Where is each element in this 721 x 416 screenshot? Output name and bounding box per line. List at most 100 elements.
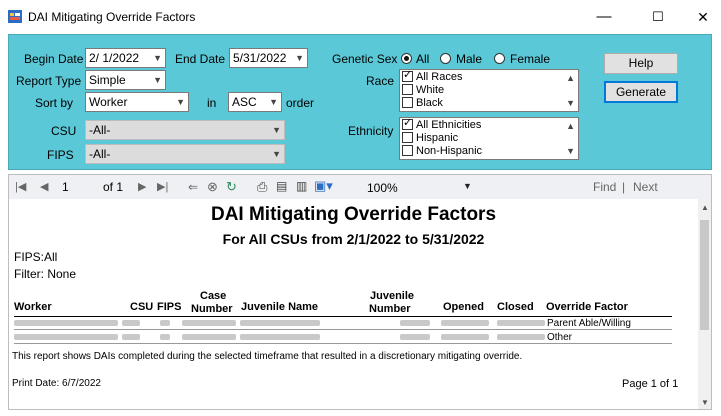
zoom-dropdown-icon[interactable]: ▼ [463, 181, 472, 191]
ethnicity-label: Ethnicity [348, 124, 394, 138]
redacted-cell [160, 334, 170, 340]
ethnicity-item[interactable]: Hispanic [402, 132, 458, 145]
checkbox-icon [402, 97, 413, 108]
report-footnote: This report shows DAIs completed during … [12, 351, 523, 362]
order-direction-value: ASC [232, 95, 257, 109]
scroll-up-icon[interactable]: ▲ [701, 203, 709, 212]
print-date: Print Date: 6/7/2022 [12, 378, 101, 389]
redacted-cell [441, 320, 489, 326]
sex-male-radio[interactable] [440, 53, 451, 64]
redacted-cell [160, 320, 170, 326]
sex-female-radio[interactable] [494, 53, 505, 64]
col-juvenile-number-bottom: Number [369, 303, 411, 315]
sex-female-label: Female [510, 52, 551, 66]
find-link[interactable]: Find [593, 180, 616, 194]
print-layout-icon[interactable]: ▤ [276, 179, 287, 193]
current-page-input[interactable]: 1 [62, 180, 69, 194]
col-csu: CSU [130, 301, 154, 313]
redacted-cell [497, 334, 545, 340]
redacted-cell [122, 334, 140, 340]
help-button[interactable]: Help [604, 53, 678, 74]
page-number: Page 1 of 1 [622, 378, 679, 390]
back-icon[interactable]: ⇐ [188, 180, 198, 194]
sort-by-value: Worker [89, 95, 128, 109]
checkbox-icon [402, 132, 413, 143]
maximize-button[interactable]: ☐ [635, 0, 681, 34]
ethnicity-item[interactable]: Non-Hispanic [402, 145, 482, 158]
print-icon[interactable]: ⎙ [257, 179, 267, 195]
filter-line: Filter: None [14, 267, 77, 281]
report-subtitle: For All CSUs from 2/1/2022 to 5/31/2022 [222, 231, 485, 247]
sort-by-select[interactable]: Worker ▼ [85, 92, 189, 112]
next-link[interactable]: Next [633, 180, 658, 194]
fips-select[interactable]: -All- ▼ [85, 144, 285, 164]
page-count: of 1 [103, 180, 124, 194]
redacted-cell [240, 320, 320, 326]
col-override-factor: Override Factor [546, 301, 628, 313]
chevron-down-icon: ▼ [176, 97, 185, 107]
redacted-cell [400, 320, 430, 326]
last-page-icon[interactable]: ▶| [157, 180, 168, 193]
scroll-down-icon[interactable]: ▼ [701, 398, 709, 407]
chevron-down-icon: ▼ [272, 149, 281, 159]
col-case-number-bottom: Number [191, 303, 233, 315]
next-page-icon[interactable]: ▶ [138, 180, 146, 193]
begin-date-picker[interactable]: 2/ 1/2022 ▼ [85, 48, 166, 68]
chevron-down-icon: ▼ [272, 125, 281, 135]
genetic-sex-label: Genetic Sex [332, 52, 398, 66]
scroll-down-icon[interactable]: ▼ [566, 98, 575, 108]
zoom-value[interactable]: 100% [367, 181, 398, 195]
report-type-select[interactable]: Simple ▼ [85, 70, 166, 90]
first-page-icon[interactable]: |◀ [15, 180, 26, 193]
scroll-up-icon[interactable]: ▲ [566, 121, 575, 131]
scroll-down-icon[interactable]: ▼ [566, 146, 575, 156]
race-item[interactable]: All Races [402, 69, 462, 84]
end-date-picker[interactable]: 5/31/2022 ▼ [229, 48, 308, 68]
order-direction-select[interactable]: ASC ▼ [228, 92, 282, 112]
refresh-icon[interactable]: ↻ [226, 179, 237, 195]
redacted-cell [182, 334, 236, 340]
redacted-cell [441, 334, 489, 340]
redacted-cell [122, 320, 140, 326]
row-divider [14, 343, 672, 344]
redacted-cell [240, 334, 320, 340]
generate-button[interactable]: Generate [604, 81, 678, 103]
scrollbar-thumb[interactable] [700, 220, 709, 330]
race-item[interactable]: Black [402, 97, 443, 110]
stop-icon[interactable]: ⊗ [207, 179, 218, 195]
sort-by-label: Sort by [35, 96, 74, 110]
close-button[interactable]: ✕ [680, 0, 721, 34]
header-divider [14, 316, 672, 317]
csu-value: -All- [89, 123, 111, 137]
race-listbox[interactable]: All Races White Black ▲ ▼ [399, 69, 579, 112]
redacted-cell [497, 320, 545, 326]
sex-all-radio[interactable] [401, 53, 412, 64]
csu-select[interactable]: -All- ▼ [85, 120, 285, 140]
row-override-factor: Parent Able/Willing [547, 318, 631, 329]
ethnicity-item[interactable]: All Ethnicities [402, 117, 481, 132]
race-label: Race [366, 74, 395, 88]
ethnicity-listbox[interactable]: All Ethnicities Hispanic Non-Hispanic ▲ … [399, 117, 579, 160]
checkbox-checked-icon [402, 117, 413, 130]
app-report-icon [8, 10, 22, 23]
end-date-label: End Date [175, 52, 226, 66]
redacted-cell [14, 320, 118, 326]
redacted-cell [400, 334, 430, 340]
chevron-down-icon: ▼ [153, 53, 162, 63]
end-date-value: 5/31/2022 [233, 51, 287, 65]
begin-date-value: 2/ 1/2022 [89, 51, 140, 65]
col-worker: Worker [14, 301, 52, 313]
report-type-value: Simple [89, 73, 126, 87]
row-override-factor: Other [547, 332, 573, 343]
previous-page-icon[interactable]: ◀ [40, 180, 48, 193]
race-item[interactable]: White [402, 84, 444, 97]
col-opened: Opened [443, 301, 484, 313]
chevron-down-icon: ▼ [269, 97, 278, 107]
window-title: DAI Mitigating Override Factors [28, 10, 196, 24]
page-setup-icon[interactable]: ▥ [296, 179, 307, 193]
begin-date-label: Begin Date [24, 52, 84, 66]
scroll-up-icon[interactable]: ▲ [566, 73, 575, 83]
export-icon[interactable]: ▣▾ [314, 178, 333, 194]
col-juvenile-name: Juvenile Name [241, 301, 319, 313]
minimize-button[interactable]: — [581, 0, 627, 34]
